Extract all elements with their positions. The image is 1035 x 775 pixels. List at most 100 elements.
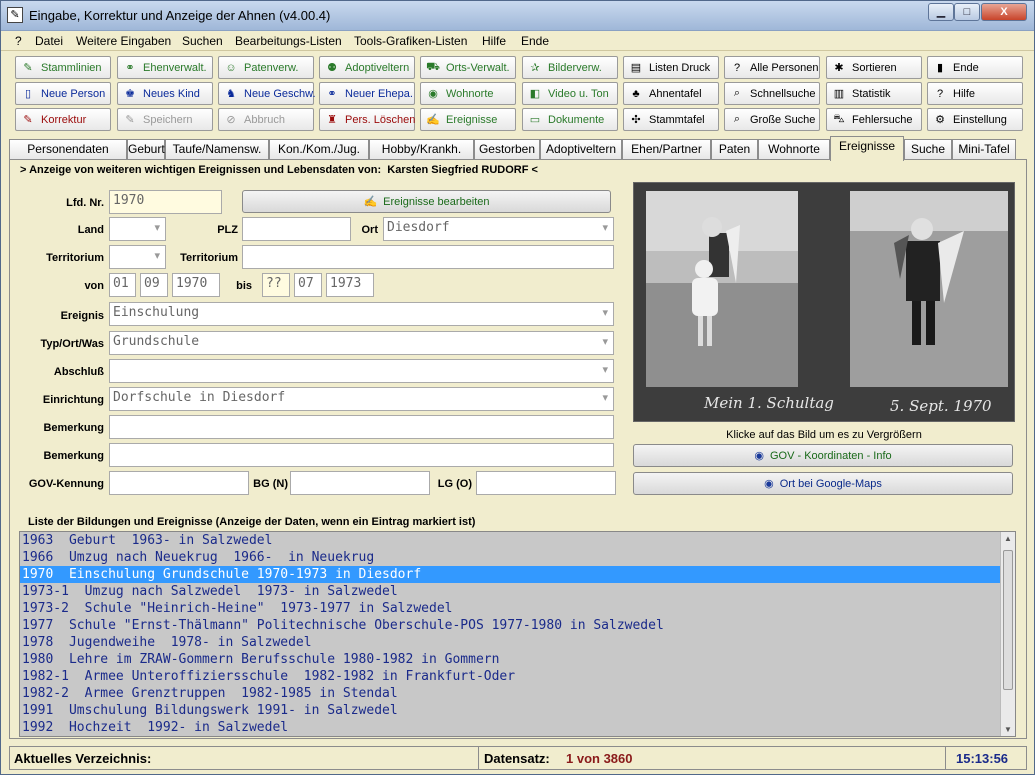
toolbar-chart-tree-button[interactable]: ♣ Ahnentafel xyxy=(623,82,719,105)
von-year-field[interactable]: 1970 xyxy=(172,273,220,297)
toolbar-tree-button[interactable]: ✎ Stammlinien xyxy=(15,56,111,79)
ort-select[interactable]: Diesdorf xyxy=(383,217,614,241)
list-item[interactable]: 1982-1 Armee Unteroffiziersschule 1982-1… xyxy=(20,668,1001,685)
maximize-button[interactable]: □ xyxy=(954,3,980,21)
bis-day-field[interactable]: ?? xyxy=(262,273,290,297)
gov-field[interactable] xyxy=(109,471,249,495)
toolbar-face-button[interactable]: ☺ Patenverw. xyxy=(218,56,314,79)
toolbar-document-button[interactable]: ▭ Dokumente xyxy=(522,108,618,131)
menu-weitere-eingaben[interactable]: Weitere Eingaben xyxy=(76,34,171,48)
bg-field[interactable] xyxy=(290,471,430,495)
menu-datei[interactable]: Datei xyxy=(35,34,63,48)
menu-ende[interactable]: Ende xyxy=(521,34,549,48)
tab-taufe-namensw[interactable]: Taufe/Namensw. xyxy=(165,139,269,160)
land-select[interactable] xyxy=(109,217,166,241)
list-item[interactable]: 1977 Schule "Ernst-Thälmann" Politechnis… xyxy=(20,617,1001,634)
toolbar-help-button[interactable]: ? Hilfe xyxy=(927,82,1023,105)
toolbar-child-button[interactable]: ♚ Neues Kind xyxy=(117,82,213,105)
events-list[interactable]: 1963 Geburt 1963- in Salzwedel 1966 Umzug… xyxy=(19,531,1016,737)
scroll-down-icon[interactable]: ▼ xyxy=(1004,725,1012,734)
tab-kon-kom-jug[interactable]: Kon./Kom./Jug. xyxy=(269,139,369,160)
toolbar-question-all-button[interactable]: ? Alle Personen xyxy=(724,56,820,79)
toolbar-big-search-button[interactable]: ⌕ Große Suche xyxy=(724,108,820,131)
ereignis-select[interactable]: Einschulung xyxy=(109,302,614,326)
gov-info-button[interactable]: ◉ GOV - Koordinaten - Info xyxy=(633,444,1013,467)
toolbar-label: Speichern xyxy=(143,113,193,126)
territorium2-field[interactable] xyxy=(242,245,614,269)
list-item[interactable]: 1963 Geburt 1963- in Salzwedel xyxy=(20,532,1001,549)
toolbar-globe-button[interactable]: ◉ Wohnorte xyxy=(420,82,516,105)
scroll-thumb[interactable] xyxy=(1003,550,1013,690)
edit-events-button[interactable]: ✍ Ereignisse bearbeiten xyxy=(242,190,611,213)
territorium-select[interactable] xyxy=(109,245,166,269)
toolbar-couple-ring-button[interactable]: ⚭ Neuer Ehepa. xyxy=(319,82,415,105)
tab-mini-tafel[interactable]: Mini-Tafel xyxy=(952,139,1016,160)
tab-hobby-krankh[interactable]: Hobby/Krankh. xyxy=(369,139,474,160)
tab-geburt[interactable]: Geburt xyxy=(127,139,165,160)
einrichtung-select[interactable]: Dorfschule in Diesdorf xyxy=(109,387,614,411)
scroll-up-icon[interactable]: ▲ xyxy=(1004,534,1012,543)
von-day-field[interactable]: 01 xyxy=(109,273,136,297)
minimize-button[interactable]: ▁ xyxy=(928,3,954,21)
toolbar-bug-button[interactable]: ⛍ Fehlersuche xyxy=(826,108,922,131)
menu-hilfe[interactable]: Hilfe xyxy=(482,34,506,48)
close-button[interactable]: X xyxy=(981,3,1027,21)
toolbar-settings-button[interactable]: ⚙ Einstellung xyxy=(927,108,1023,131)
quill-icon: ✍ xyxy=(363,196,378,208)
toolbar-new-page-button[interactable]: ▯ Neue Person xyxy=(15,82,111,105)
list-item[interactable]: 1966 Umzug nach Neuekrug 1966- in Neuekr… xyxy=(20,549,1001,566)
toolbar-people-button[interactable]: ⚉ Adoptiveltern xyxy=(319,56,415,79)
settings-icon: ⚙ xyxy=(935,114,945,126)
toolbar-list-print-button[interactable]: ▤ Listen Druck xyxy=(623,56,719,79)
tab-paten[interactable]: Paten xyxy=(711,139,758,160)
toolbar-siblings-button[interactable]: ♞ Neue Geschw. xyxy=(218,82,316,105)
list-item[interactable]: 1992 Hochzeit 1992- in Salzwedel xyxy=(20,719,1001,736)
list-scrollbar[interactable]: ▲ ▼ xyxy=(1000,532,1015,736)
toolbar-trash-button[interactable]: ♜ Pers. Löschen xyxy=(319,108,415,131)
toolbar-stats-button[interactable]: ▥ Statistik xyxy=(826,82,922,105)
photo-caption-right: 5. Sept. 1970 xyxy=(890,397,992,415)
list-item[interactable]: 1980 Lehre im ZRAW-Gommern Berufsschule … xyxy=(20,651,1001,668)
toolbar-car-button[interactable]: ⛟ Orts-Verwalt. xyxy=(420,56,516,79)
abschluss-select[interactable] xyxy=(109,359,614,383)
tab-ereignisse[interactable]: Ereignisse xyxy=(830,136,904,161)
typ-select[interactable]: Grundschule xyxy=(109,331,614,355)
list-item[interactable]: 1970 Einschulung Grundschule 1970-1973 i… xyxy=(20,566,1001,583)
toolbar-sort-button[interactable]: ✱ Sortieren xyxy=(826,56,922,79)
toolbar-edit-button[interactable]: ✎ Korrektur xyxy=(15,108,111,131)
toolbar-ring-button[interactable]: ⚭ Ehenverwalt. xyxy=(117,56,213,79)
tab-gestorben[interactable]: Gestorben xyxy=(474,139,540,160)
menu-tools-grafiken-listen[interactable]: Tools-Grafiken-Listen xyxy=(354,34,467,48)
toolbar-search-doc-button[interactable]: ⌕ Schnellsuche xyxy=(724,82,820,105)
list-item[interactable]: 1973-2 Schule "Heinrich-Heine" 1973-1977… xyxy=(20,600,1001,617)
menu-question[interactable]: ? xyxy=(15,34,22,48)
list-item[interactable]: 1991 Umschulung Bildungswerk 1991- in Sa… xyxy=(20,702,1001,719)
von-month-field[interactable]: 09 xyxy=(140,273,168,297)
menu-suchen[interactable]: Suchen xyxy=(182,34,223,48)
menu-bearbeitungs-listen[interactable]: Bearbeitungs-Listen xyxy=(235,34,342,48)
lg-field[interactable] xyxy=(476,471,616,495)
plz-field[interactable] xyxy=(242,217,351,241)
tab-personendaten[interactable]: Personendaten xyxy=(9,139,127,160)
bis-month-field[interactable]: 07 xyxy=(294,273,322,297)
tab-suche[interactable]: Suche xyxy=(904,139,952,160)
toolbar-exit-button[interactable]: ▮ Ende xyxy=(927,56,1023,79)
tab-ehen-partner[interactable]: Ehen/Partner xyxy=(622,139,711,160)
toolbar-label: Stammlinien xyxy=(41,61,102,74)
toolbar-quill-button[interactable]: ✍ Ereignisse xyxy=(420,108,516,131)
tab-wohnorte[interactable]: Wohnorte xyxy=(758,139,830,160)
list-item[interactable]: 1982-2 Armee Grenztruppen 1982-1985 in S… xyxy=(20,685,1001,702)
tab-adoptiveltern[interactable]: Adoptiveltern xyxy=(540,139,622,160)
list-item[interactable]: 1973-1 Umzug nach Salzwedel 1973- in Sal… xyxy=(20,583,1001,600)
bemerkung1-field[interactable] xyxy=(109,415,614,439)
list-item[interactable]: 1978 Jugendweihe 1978- in Salzwedel xyxy=(20,634,1001,651)
bis-year-field[interactable]: 1973 xyxy=(326,273,374,297)
google-maps-button[interactable]: ◉ Ort bei Google-Maps xyxy=(633,472,1013,495)
bemerkung2-field[interactable] xyxy=(109,443,614,467)
toolbar-family-tree-button[interactable]: ✣ Stammtafel xyxy=(623,108,719,131)
toolbar-camera-button[interactable]: ◧ Video u. Ton xyxy=(522,82,618,105)
event-photo[interactable]: Mein 1. Schultag 5. Sept. 1970 xyxy=(633,182,1015,422)
toolbar-label: Ereignisse xyxy=(446,113,498,126)
lfd-field[interactable]: 1970 xyxy=(109,190,222,214)
toolbar-running-button[interactable]: ✰ Bilderverw. xyxy=(522,56,618,79)
